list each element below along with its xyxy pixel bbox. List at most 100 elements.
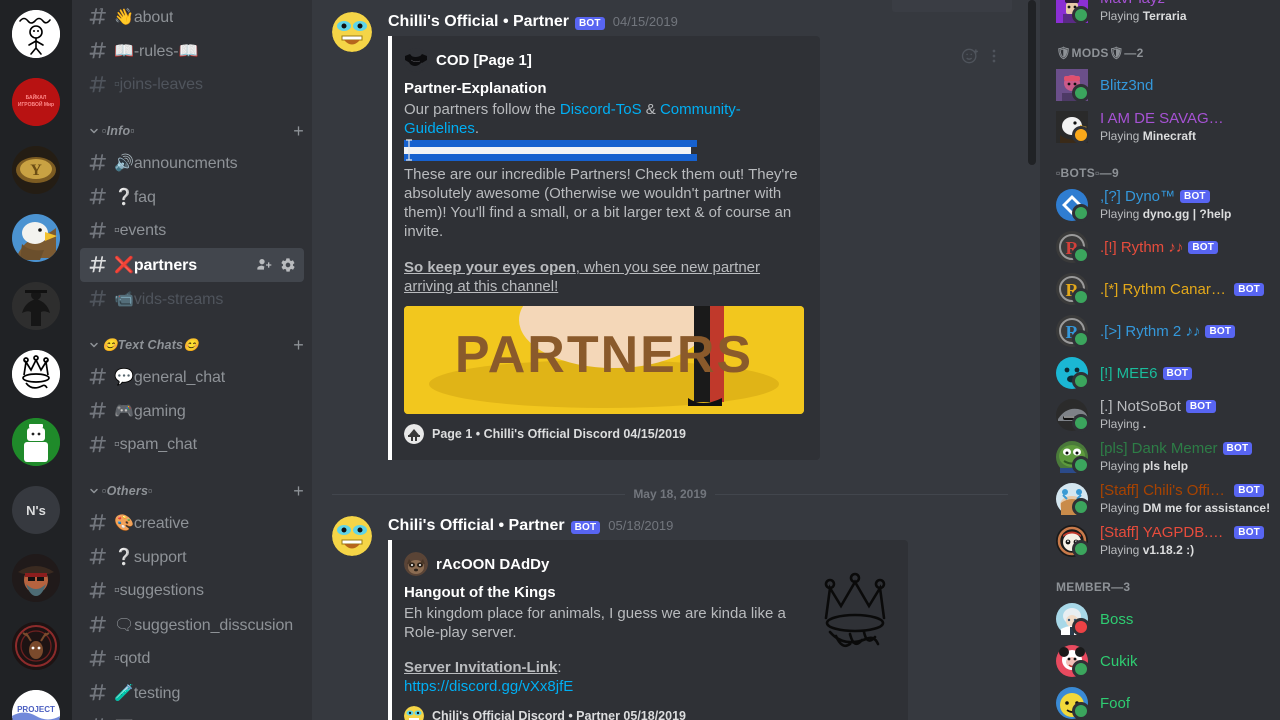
member-item[interactable]: [.] NotSoBot BOT Playing . (1048, 394, 1272, 436)
member-name: .[!] Rythm ♪♪ (1100, 238, 1184, 256)
channel-faq[interactable]: ❔faq (80, 180, 304, 214)
server-item-eagle[interactable] (0, 204, 72, 272)
server-item-deer[interactable] (0, 612, 72, 680)
bot-badge: BOT (1234, 282, 1264, 296)
server-item-pirate[interactable] (0, 544, 72, 612)
category-text-chats[interactable]: 😊Text Chats😊 + (72, 330, 312, 360)
add-channel-icon[interactable]: + (293, 122, 304, 140)
message-hover-actions[interactable] (960, 46, 1004, 66)
invite-link[interactable]: https://discord.gg/vXx8jfE (404, 678, 573, 695)
category-others[interactable]: ▫Others▫ + (72, 476, 312, 506)
channel-testing[interactable]: 🧪testing (80, 676, 304, 710)
channel-support[interactable]: ❔support (80, 540, 304, 574)
avatar[interactable] (1056, 69, 1090, 102)
hash-lock-icon (88, 255, 108, 275)
embed-author-name[interactable]: COD [Page 1] (436, 52, 532, 69)
avatar[interactable] (1056, 111, 1090, 144)
channel-joins-leaves[interactable]: ▫joins-leaves (80, 68, 304, 102)
member-item[interactable]: MavPlayz Playing Terraria (1048, 0, 1272, 28)
server-item-project-blurple[interactable]: PROJECTBLURPLE (0, 680, 72, 720)
avatar[interactable] (1056, 441, 1090, 474)
member-item[interactable]: Blitz3nd (1048, 64, 1272, 106)
member-item[interactable]: [Staff] YAGPDB.xyz BOT Playing v1.18.2 :… (1048, 520, 1272, 562)
avatar[interactable]: R (1056, 273, 1090, 306)
avatar[interactable] (1056, 399, 1090, 432)
create-invite-icon[interactable] (256, 257, 272, 273)
chat-scrollbar[interactable] (1028, 0, 1036, 165)
channel-suggestion_disscusion[interactable]: 🗨suggestion_disscusion (80, 608, 304, 642)
member-item[interactable]: Foof (1048, 682, 1272, 720)
server-item-king-crown[interactable] (0, 340, 72, 408)
channel-announcments[interactable]: 🔊announcments (80, 146, 304, 180)
avatar[interactable] (1056, 357, 1090, 390)
server-item-clikay[interactable] (0, 0, 72, 68)
status-indicator-online (1072, 84, 1090, 102)
server-item-lego[interactable] (0, 408, 72, 476)
avatar[interactable] (1056, 603, 1090, 636)
add-reaction-icon[interactable] (960, 46, 980, 66)
channel-gaming[interactable]: 🎮gaming (80, 394, 304, 428)
server-item-ns[interactable]: N's (0, 476, 72, 544)
message[interactable]: Chilli's Official • Partner BOT 04/15/20… (312, 0, 1024, 464)
member-item[interactable]: R .[>] Rythm 2 ♪♪ BOT (1048, 310, 1272, 352)
member-item[interactable]: I AM DE SAVAGE HUE... Playing Minecraft (1048, 106, 1272, 148)
discord-tos-link[interactable]: Discord-ToS (560, 101, 642, 118)
embed-footer: Page 1 • Chilli's Official Discord 04/15… (404, 424, 804, 444)
server-item-yd-gold[interactable]: Y (0, 136, 72, 204)
members-sidebar[interactable]: MavPlayz Playing Terraria 🛡MODS🛡—2 Blitz… (1040, 0, 1280, 720)
server-item-dark-creature[interactable] (0, 272, 72, 340)
embed-description: Eh kingdom place for animals, I guess we… (404, 605, 786, 641)
message[interactable]: Chili's Official • Partner BOT 05/18/201… (312, 506, 1024, 720)
embed-author-name[interactable]: rAcOON DAdDy (436, 556, 549, 573)
avatar[interactable]: R (1056, 231, 1090, 264)
category-info[interactable]: ▫Info▫ + (72, 116, 312, 146)
server-rail[interactable]: БАЙКАЛ ИГРОВОЙ Мир Y N's PROJECT (0, 0, 72, 720)
embed-image-partners[interactable]: PARTNERS (404, 306, 804, 414)
member-item[interactable]: Cukik (1048, 640, 1272, 682)
channel-about[interactable]: 👋about (80, 0, 304, 34)
avatar[interactable] (332, 516, 372, 556)
server-item-red[interactable]: БАЙКАЛ ИГРОВОЙ Мир (0, 68, 72, 136)
selected-divider[interactable] (404, 139, 697, 161)
channel-advertisements[interactable]: 📰advertisements (80, 710, 304, 720)
channel-spam_chat[interactable]: ▫spam_chat (80, 428, 304, 462)
avatar[interactable] (1056, 189, 1090, 222)
member-item[interactable]: [pls] Dank Memer BOT Playing pls help (1048, 436, 1272, 478)
avatar[interactable] (332, 12, 372, 52)
channel-creative[interactable]: 🎨creative (80, 506, 304, 540)
channel-partners[interactable]: ❌partners (80, 248, 304, 282)
message-list[interactable]: Chilli's Official • Partner BOT 04/15/20… (312, 0, 1040, 720)
avatar[interactable] (1056, 0, 1090, 24)
channel-events[interactable]: ▫events (80, 214, 304, 248)
member-item[interactable]: [!] MEE6 BOT (1048, 352, 1272, 394)
channel-qotd[interactable]: ▫qotd (80, 642, 304, 676)
channel-rules[interactable]: 📖-rules-📖 (80, 34, 304, 68)
message-embed: COD [Page 1] Partner-Explanation Our par… (388, 36, 820, 460)
channel-label: 📹vids-streams (114, 291, 224, 308)
add-channel-icon[interactable]: + (293, 336, 304, 354)
avatar[interactable] (1056, 525, 1090, 558)
avatar[interactable] (1056, 645, 1090, 678)
member-item[interactable]: R .[!] Rythm ♪♪ BOT (1048, 226, 1272, 268)
avatar[interactable] (1056, 687, 1090, 720)
channel-hover-actions[interactable] (256, 257, 296, 273)
avatar[interactable] (1056, 483, 1090, 516)
message-author[interactable]: Chilli's Official • Partner (388, 12, 569, 32)
more-options-icon[interactable] (984, 46, 1004, 66)
member-item[interactable]: ,[?] Dyno™ BOT Playing dyno.gg | ?help (1048, 184, 1272, 226)
channel-general_chat[interactable]: 💬general_chat (80, 360, 304, 394)
channel-vids-streams[interactable]: 📹vids-streams (80, 282, 304, 316)
message-embed: rAcOON DAdDy Hangout of the Kings Eh kin… (388, 540, 908, 720)
channel-suggestions[interactable]: ▫suggestions (80, 574, 304, 608)
add-channel-icon[interactable]: + (293, 482, 304, 500)
hash-lock-icon (88, 683, 108, 703)
channel-sidebar[interactable]: 👋about 📖-rules-📖 ▫joins-leaves ▫Info▫ + … (72, 0, 312, 720)
avatar[interactable]: R (1056, 315, 1090, 348)
gear-icon[interactable] (280, 257, 296, 273)
member-text: Foof (1100, 695, 1264, 712)
member-item[interactable]: R .[*] Rythm Canary ... BOT (1048, 268, 1272, 310)
message-author[interactable]: Chili's Official • Partner (388, 516, 565, 536)
member-item[interactable]: [Staff] Chili's Offic... BOT Playing DM … (1048, 478, 1272, 520)
channel-label: ▫joins-leaves (114, 76, 203, 93)
member-item[interactable]: Boss (1048, 598, 1272, 640)
